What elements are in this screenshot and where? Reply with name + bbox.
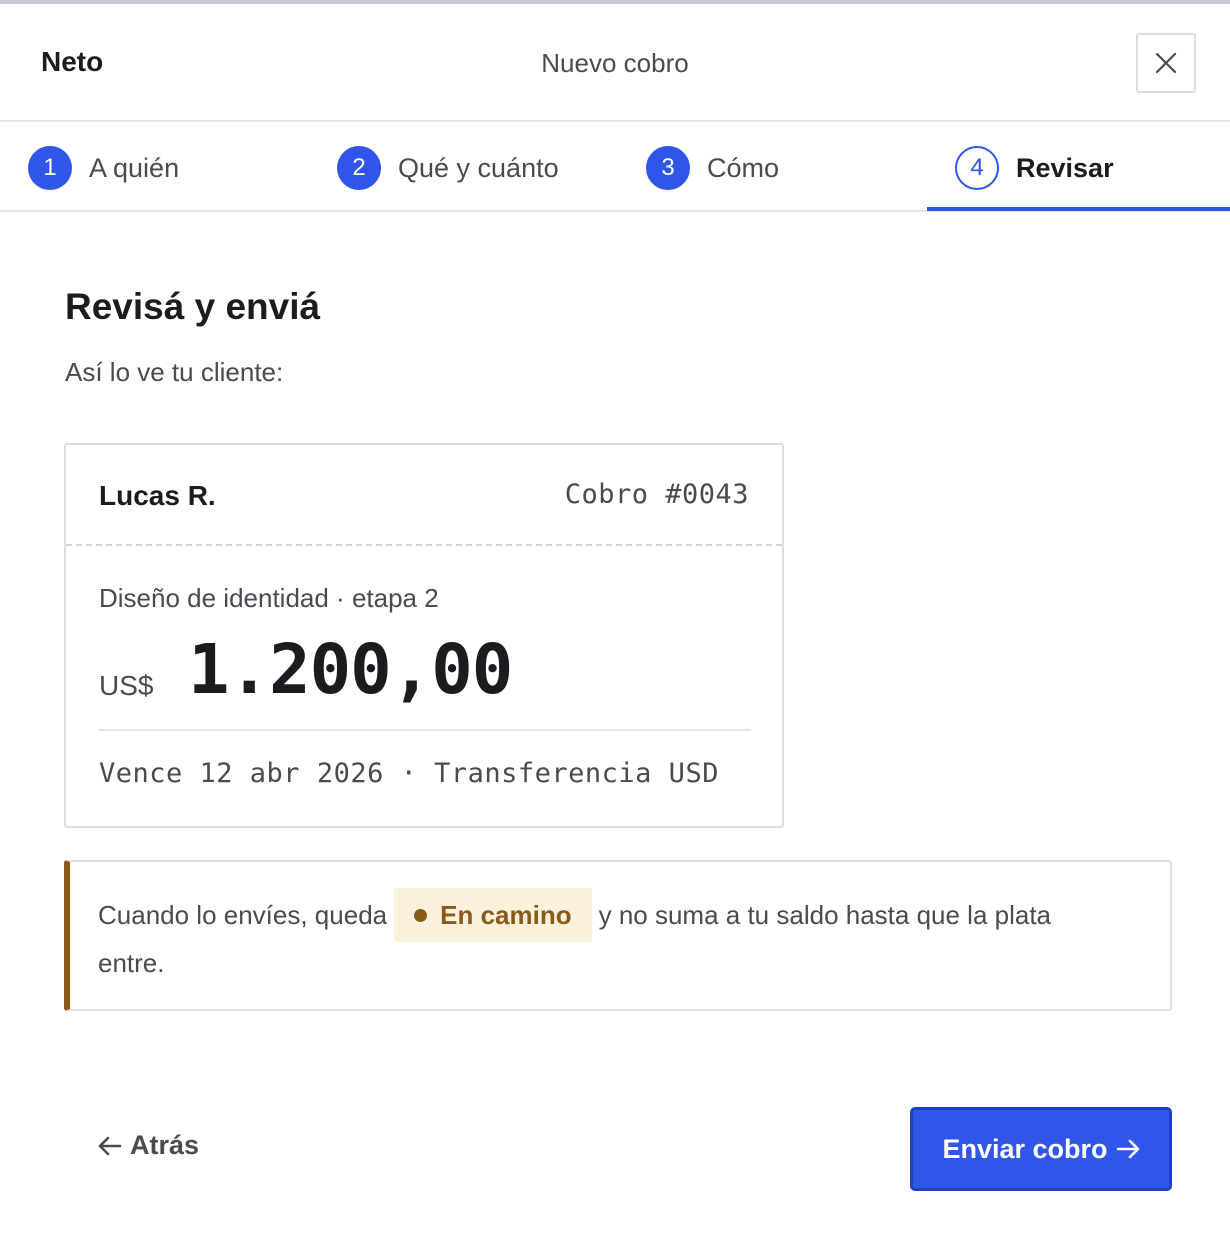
back-button[interactable]: Atrás xyxy=(98,1130,199,1161)
send-invoice-button[interactable]: Enviar cobro xyxy=(910,1107,1172,1191)
step-como[interactable]: 3 Cómo xyxy=(646,124,779,212)
step-number: 4 xyxy=(955,146,999,190)
step-number: 2 xyxy=(337,146,381,190)
invoice-amount: 1.200,00 xyxy=(188,630,513,710)
invoice-currency: US$ xyxy=(99,670,154,701)
step-label: Revisar xyxy=(1016,152,1114,183)
arrow-right-icon xyxy=(1116,1139,1139,1159)
invoice-number: Cobro #0043 xyxy=(564,479,749,510)
close-button[interactable] xyxy=(1136,33,1196,93)
step-label: A quién xyxy=(89,152,180,183)
notice-text-before: Cuando lo envíes, queda xyxy=(98,899,388,930)
arrow-left-icon xyxy=(98,1136,122,1155)
step-revisar[interactable]: 4 Revisar xyxy=(955,124,1114,212)
status-badge: En camino xyxy=(394,888,592,942)
step-a-quien[interactable]: 1 A quién xyxy=(28,124,179,212)
status-dot-icon xyxy=(414,908,428,922)
card-rule xyxy=(99,729,751,731)
step-number: 1 xyxy=(28,146,72,190)
status-notice: Cuando lo envíes, queda En camino y no s… xyxy=(64,860,1172,1011)
header: Neto Nuevo cobro xyxy=(0,4,1230,122)
step-label: Qué y cuánto xyxy=(398,152,559,183)
stepper: 1 A quién 2 Qué y cuánto 3 Cómo 4 Revisa… xyxy=(0,124,1230,212)
page-subtitle: Así lo ve tu cliente: xyxy=(65,357,284,387)
step-que-y-cuanto[interactable]: 2 Qué y cuánto xyxy=(337,124,559,212)
step-number: 3 xyxy=(646,146,690,190)
status-badge-label: En camino xyxy=(440,899,572,930)
back-button-label: Atrás xyxy=(130,1130,200,1160)
notice-text-after: y no suma a tu saldo hasta que la plata xyxy=(598,899,1052,930)
invoice-description: Diseño de identidad · etapa 2 xyxy=(99,583,439,613)
page-title: Revisá y enviá xyxy=(65,286,321,327)
invoice-preview-card: Lucas R. Cobro #0043 Diseño de identidad… xyxy=(64,443,784,828)
send-button-label: Enviar cobro xyxy=(942,1133,1108,1164)
step-label: Cómo xyxy=(707,152,780,183)
notice-line: Cuando lo envíes, queda En camino y no s… xyxy=(98,888,1051,942)
active-step-indicator xyxy=(927,207,1230,211)
close-icon xyxy=(1155,52,1177,74)
card-divider xyxy=(66,544,782,546)
notice-text-wrap: entre. xyxy=(98,948,165,978)
invoice-due-and-method: Vence 12 abr 2026 · Transferencia USD xyxy=(99,758,719,789)
client-name: Lucas R. xyxy=(99,480,216,511)
page-header-title: Nuevo cobro xyxy=(541,48,689,78)
